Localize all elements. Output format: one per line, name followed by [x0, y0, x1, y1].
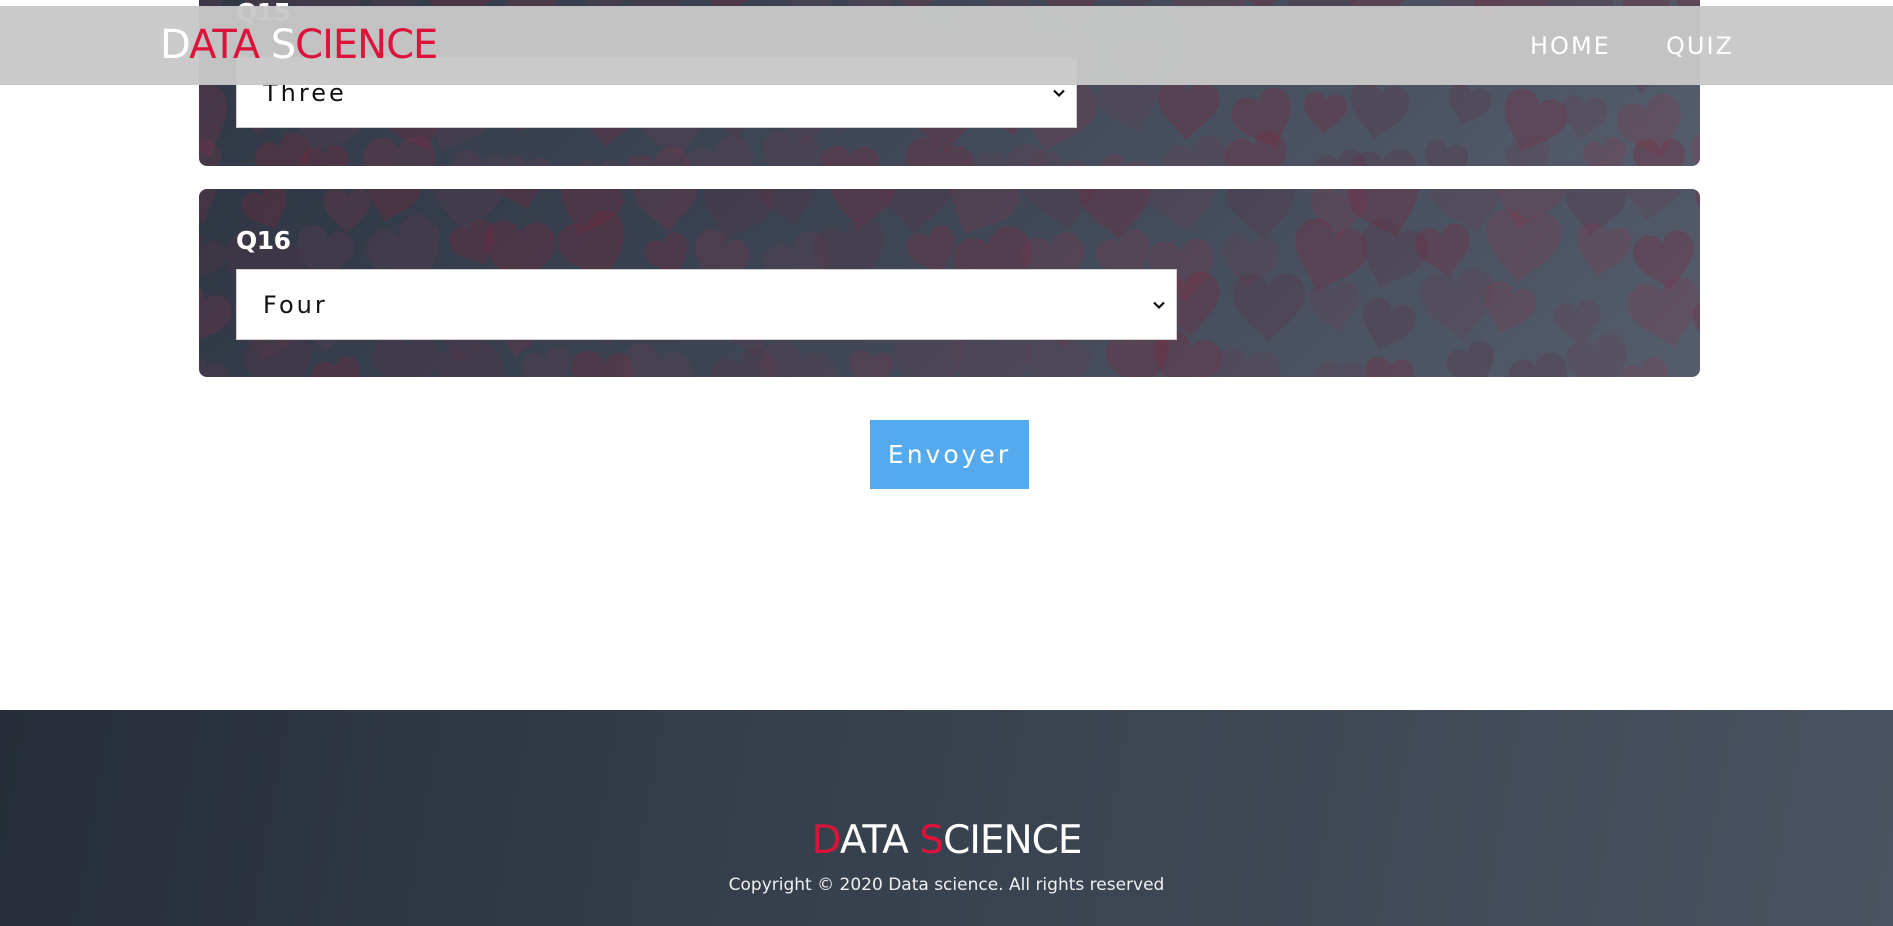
heart-shape [199, 139, 222, 166]
heart-shape [323, 189, 371, 234]
heart-shape [199, 282, 232, 345]
heart-shape [1577, 222, 1632, 277]
heart-shape [1232, 273, 1306, 343]
heart-shape [820, 146, 880, 166]
question-card-q16: Q16 Four [199, 189, 1700, 377]
heart-shape [1424, 140, 1468, 166]
brand-letter: CIENCE [295, 22, 438, 68]
chevron-down-icon [1153, 301, 1165, 309]
heart-shape [1561, 95, 1608, 140]
answer-select-value-q16: Four [263, 290, 328, 319]
heart-shape [1695, 189, 1700, 228]
brand-letter: D [811, 818, 840, 863]
heart-shape [1448, 82, 1492, 126]
heart-shape [1582, 136, 1627, 166]
top-navbar: DATA SCIENCE HOME QUIZ [0, 6, 1893, 85]
chevron-down-icon [1053, 89, 1065, 97]
heart-shape [1304, 91, 1348, 135]
heart-shape [199, 189, 217, 224]
quiz-page: Q15 Three Q16 Four DATA SCIENCE HOME QUI… [0, 0, 1893, 926]
heart-shape [1628, 276, 1700, 348]
heart-shape [1308, 281, 1359, 332]
heart-shape [1691, 130, 1700, 166]
heart-shape [312, 356, 361, 377]
heart-shape [633, 189, 698, 233]
heart-shape [1143, 189, 1218, 233]
copyright-text: Copyright © 2020 Data science. All right… [728, 875, 1165, 895]
footer-brand-logo: DATA SCIENCE [0, 818, 1893, 863]
heart-shape [1508, 352, 1568, 377]
heart-shape [849, 349, 895, 377]
heart-shape [1157, 80, 1220, 141]
answer-select-q16[interactable]: Four [236, 269, 1177, 340]
brand-letter: ATA [189, 22, 271, 68]
heart-shape [522, 347, 572, 377]
brand-letter: ATA [839, 818, 920, 863]
heart-shape [500, 155, 553, 166]
heart-shape [1350, 148, 1417, 166]
heart-shape [1697, 347, 1700, 377]
heart-shape [1316, 361, 1364, 377]
submit-button[interactable]: Envoyer [870, 420, 1029, 489]
heart-shape [199, 356, 230, 377]
nav-link-home[interactable]: HOME [1530, 32, 1611, 60]
brand-letter: D [160, 22, 190, 68]
heart-shape [1351, 81, 1410, 140]
heart-shape [1486, 208, 1562, 284]
heart-shape [1100, 154, 1150, 166]
heart-shape [362, 136, 436, 166]
heart-shape [575, 160, 623, 166]
heart-shape [1362, 297, 1416, 351]
brand-letter: S [270, 22, 296, 68]
brand-letter: S [919, 818, 944, 863]
brand-letter: CIENCE [943, 818, 1082, 863]
question-label-q16: Q16 [236, 226, 291, 255]
heart-shape [452, 149, 509, 166]
brand-logo[interactable]: DATA SCIENCE [160, 22, 438, 68]
heart-shape [199, 232, 228, 282]
heart-shape [1446, 340, 1494, 377]
heart-shape [1364, 356, 1414, 377]
nav-link-quiz[interactable]: QUIZ [1666, 32, 1734, 60]
footer: DATA SCIENCE Copyright © 2020 Data scien… [0, 710, 1893, 926]
